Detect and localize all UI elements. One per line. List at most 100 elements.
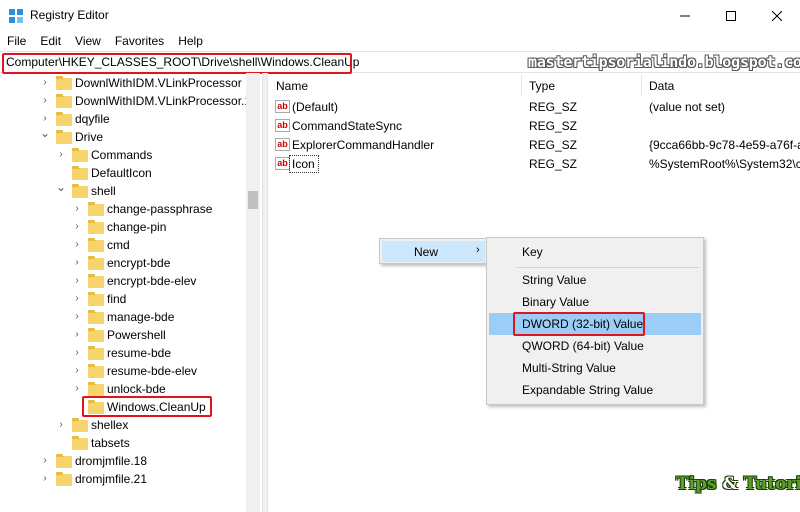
submenu-item-string-value[interactable]: String Value (489, 269, 701, 291)
tree-item[interactable]: › resume-bde (0, 344, 246, 362)
menu-edit[interactable]: Edit (33, 31, 68, 51)
chevron-right-icon[interactable]: › (40, 78, 50, 88)
column-divider[interactable] (521, 75, 522, 95)
scrollbar-thumb[interactable] (248, 191, 258, 209)
chevron-right-icon[interactable]: › (72, 240, 82, 250)
tree-scrollbar[interactable] (246, 73, 260, 512)
menu-file[interactable]: File (0, 31, 33, 51)
tree-item-label: Powershell (107, 328, 166, 342)
minimize-button[interactable] (662, 0, 708, 31)
tree-item-label: resume-bde-elev (107, 364, 198, 378)
tree-item-label: dqyfile (75, 112, 110, 126)
chevron-right-icon[interactable]: › (72, 348, 82, 358)
column-header-data[interactable]: Data (649, 79, 674, 93)
submenu-item-label: Multi-String Value (522, 361, 616, 375)
tree-item[interactable]: › change-pin (0, 218, 246, 236)
chevron-right-icon[interactable]: › (56, 150, 66, 160)
chevron-right-icon[interactable]: › (72, 294, 82, 304)
tree-item[interactable]: › manage-bde (0, 308, 246, 326)
submenu-item-binary-value[interactable]: Binary Value (489, 291, 701, 313)
tree-item[interactable]: › DownlWithIDM.VLinkProcessor.1 (0, 92, 251, 110)
chevron-right-icon[interactable]: › (72, 276, 82, 286)
value-name: Icon (292, 157, 315, 171)
folder-icon (88, 364, 104, 378)
tree-item[interactable]: › Powershell (0, 326, 246, 344)
menu-favorites[interactable]: Favorites (108, 31, 171, 51)
value-row[interactable]: ab ExplorerCommandHandler REG_SZ {9cca66… (268, 136, 800, 155)
value-row[interactable]: ab CommandStateSync REG_SZ (268, 117, 800, 136)
submenu-item-label: Expandable String Value (522, 383, 654, 397)
folder-icon (72, 166, 88, 180)
menu-item-new[interactable]: New › (382, 241, 485, 262)
watermark-url: mastertipsorialindo.blogspot.com (528, 53, 800, 71)
dword-highlight-box (513, 312, 645, 336)
chevron-right-icon[interactable]: › (72, 258, 82, 268)
column-header-name[interactable]: Name (276, 79, 308, 93)
tree-item-label: Commands (91, 148, 153, 162)
folder-icon (88, 256, 104, 270)
folder-icon (72, 184, 88, 198)
tree-item[interactable]: › DownlWithIDM.VLinkProcessor (0, 74, 246, 92)
tree-item[interactable]: › dqyfile (0, 110, 246, 128)
column-header-type[interactable]: Type (529, 79, 555, 93)
close-button[interactable] (754, 0, 800, 31)
chevron-right-icon[interactable]: › (40, 114, 50, 124)
folder-icon (88, 346, 104, 360)
tree-item[interactable]: DefaultIcon (0, 164, 246, 182)
value-data: {9cca66bb-9c78-4e59-a76f-a (649, 138, 800, 152)
tree-item-label: shell (91, 184, 116, 198)
folder-icon (56, 130, 72, 144)
chevron-right-icon[interactable]: › (40, 96, 50, 106)
registry-editor-icon (9, 9, 23, 23)
tree-item[interactable]: › resume-bde-elev (0, 362, 246, 380)
menu-separator (517, 267, 699, 268)
folder-icon (72, 436, 88, 450)
tree-item[interactable]: › encrypt-bde (0, 254, 246, 272)
chevron-right-icon[interactable]: › (40, 474, 50, 484)
maximize-icon (726, 10, 736, 21)
selected-key-highlight-box (82, 396, 212, 417)
chevron-right-icon[interactable]: › (40, 456, 50, 466)
tree-item[interactable]: › cmd (0, 236, 246, 254)
tree-item[interactable]: › find (0, 290, 246, 308)
menu-help[interactable]: Help (171, 31, 210, 51)
chevron-right-icon[interactable]: › (72, 330, 82, 340)
submenu-item-label: Binary Value (522, 295, 590, 309)
submenu-item-multi-string-value[interactable]: Multi-String Value (489, 357, 701, 379)
submenu-item-qword-value[interactable]: QWORD (64-bit) Value (489, 335, 701, 357)
folder-icon (56, 76, 72, 90)
chevron-right-icon[interactable]: › (72, 204, 82, 214)
folder-icon (88, 274, 104, 288)
chevron-down-icon[interactable]: ⌄ (56, 181, 66, 193)
value-type: REG_SZ (529, 119, 578, 133)
tree-item[interactable]: › dromjmfile.21 (0, 470, 246, 488)
tree-item[interactable]: › Commands (0, 146, 246, 164)
chevron-down-icon[interactable]: ⌄ (40, 127, 50, 139)
tree-item[interactable]: › shellex (0, 416, 246, 434)
tree-item[interactable]: › encrypt-bde-elev (0, 272, 246, 290)
tree-item[interactable]: tabsets (0, 434, 246, 452)
chevron-right-icon[interactable]: › (72, 312, 82, 322)
tree-item-label: change-pin (107, 220, 167, 234)
value-row[interactable]: ab (Default) REG_SZ (value not set) (268, 98, 800, 117)
submenu-item-key[interactable]: Key (489, 241, 701, 263)
tree-item[interactable]: ⌄ Drive (0, 127, 246, 146)
maximize-button[interactable] (708, 0, 754, 31)
string-value-icon: ab (275, 100, 290, 113)
folder-icon (72, 418, 88, 432)
column-divider[interactable] (641, 75, 642, 95)
chevron-right-icon[interactable]: › (72, 222, 82, 232)
tree-item[interactable]: › change-passphrase (0, 200, 246, 218)
tree-item[interactable]: ⌄ shell (0, 181, 246, 200)
tree-item[interactable]: › dromjmfile.18 (0, 452, 246, 470)
chevron-right-icon[interactable]: › (72, 384, 82, 394)
tree-item-label: tabsets (91, 436, 130, 450)
chevron-right-icon[interactable]: › (72, 366, 82, 376)
value-row[interactable]: ab Icon REG_SZ %SystemRoot%\System32\c (268, 155, 800, 174)
menu-item-new-label: New (414, 245, 439, 259)
menu-view[interactable]: View (68, 31, 108, 51)
menu-bar: File Edit View Favorites Help (0, 31, 800, 51)
chevron-right-icon[interactable]: › (56, 420, 66, 430)
window-title: Registry Editor (30, 8, 109, 22)
submenu-item-expandable-string-value[interactable]: Expandable String Value (489, 379, 701, 401)
